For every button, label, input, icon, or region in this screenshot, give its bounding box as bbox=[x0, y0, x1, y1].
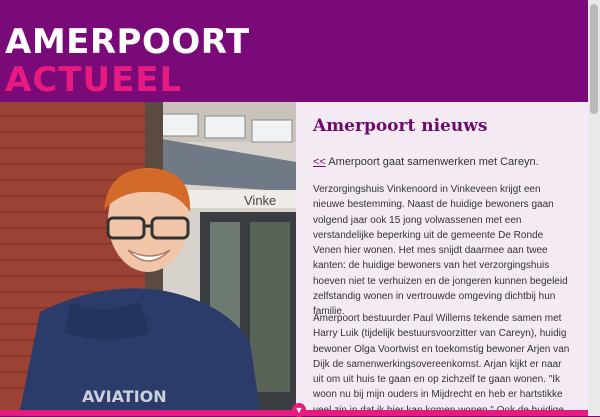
back-link[interactable]: << bbox=[313, 156, 326, 168]
back-link-text: Amerpoort gaat samenwerken met Careyn. bbox=[328, 156, 539, 168]
back-link-row: << Amerpoort gaat samenwerken met Careyn… bbox=[313, 156, 539, 168]
article-heading: Amerpoort nieuws bbox=[313, 116, 488, 136]
photo-illustration: Vinke AVIATION bbox=[0, 102, 296, 410]
scrollbar[interactable] bbox=[588, 0, 600, 416]
building-sign-text: Vinke bbox=[244, 193, 276, 208]
shirt-text: AVIATION bbox=[82, 387, 167, 406]
article-paragraph-1: Verzorgingshuis Vinkenoord in Vinkeveen … bbox=[313, 184, 568, 318]
site-header: AMERPOORT ACTUEEL bbox=[0, 0, 588, 102]
article-content: Amerpoort nieuws << Amerpoort gaat samen… bbox=[296, 102, 588, 410]
chevron-down-icon[interactable]: ▼ bbox=[292, 403, 306, 417]
article-photo: Vinke AVIATION bbox=[0, 102, 296, 410]
scrollbar-thumb[interactable] bbox=[590, 4, 598, 114]
article-paragraph-2: Amerpoort bestuurder Paul Willems tekend… bbox=[313, 313, 570, 410]
site-title-amerpoort[interactable]: AMERPOORT bbox=[5, 24, 250, 60]
site-title-actueel[interactable]: ACTUEEL bbox=[5, 62, 182, 98]
